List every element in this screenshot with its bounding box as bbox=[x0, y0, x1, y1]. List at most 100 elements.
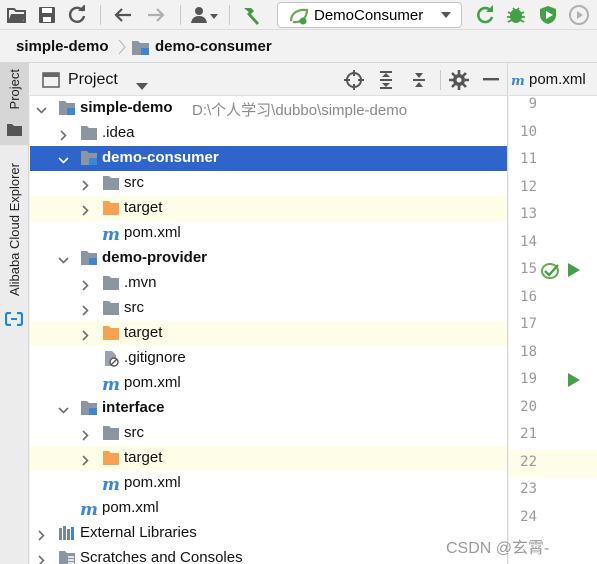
chevron-right-icon[interactable] bbox=[36, 553, 47, 564]
gutter-line: 13 bbox=[509, 202, 597, 230]
tree-row-label: src bbox=[124, 174, 144, 191]
chevron-right-icon[interactable] bbox=[80, 453, 91, 466]
coverage-icon[interactable] bbox=[537, 4, 559, 26]
tree-row[interactable]: target bbox=[30, 321, 507, 346]
tree-row-label: target bbox=[124, 449, 163, 466]
tree-row-label: src bbox=[124, 299, 144, 316]
gutter-line: 16 bbox=[509, 285, 597, 313]
project-tool-tab[interactable]: Project bbox=[0, 63, 29, 145]
panel-title[interactable]: Project bbox=[68, 71, 118, 89]
maven-icon: m bbox=[102, 375, 120, 395]
tree-row-label: target bbox=[124, 324, 163, 341]
breadcrumb-child[interactable]: demo-consumer bbox=[155, 38, 272, 55]
vcs-user-icon[interactable] bbox=[190, 4, 220, 26]
tree-row[interactable]: .gitignore bbox=[30, 346, 507, 371]
ignored-file-icon bbox=[102, 350, 120, 367]
excluded-folder-icon bbox=[102, 325, 120, 342]
tree-row-label: interface bbox=[102, 399, 165, 416]
chevron-down-icon[interactable] bbox=[58, 153, 69, 164]
collapse-all-icon[interactable] bbox=[408, 69, 430, 91]
chevron-right-icon[interactable] bbox=[80, 303, 91, 316]
gear-icon[interactable] bbox=[448, 69, 470, 91]
chevron-right-icon[interactable] bbox=[80, 428, 91, 441]
tree-row[interactable]: target bbox=[30, 446, 507, 471]
tree-row-path: D:\个人学习\dubbo\simple-demo bbox=[192, 102, 408, 119]
rerun-icon[interactable] bbox=[474, 4, 496, 26]
open-folder-icon[interactable] bbox=[6, 4, 28, 26]
line-number: 11 bbox=[520, 151, 537, 167]
tree-row-label: .gitignore bbox=[124, 349, 186, 366]
sync-icon[interactable] bbox=[66, 4, 88, 26]
tree-row[interactable]: demo-provider bbox=[30, 246, 507, 271]
tree-row[interactable]: Scratches and Consoles bbox=[30, 546, 507, 564]
chevron-right-icon[interactable] bbox=[80, 328, 91, 341]
back-arrow-icon[interactable] bbox=[112, 4, 134, 26]
chevron-right-icon[interactable] bbox=[80, 278, 91, 291]
project-tab-label: Project bbox=[7, 69, 22, 110]
tree-row[interactable]: src bbox=[30, 296, 507, 321]
expand-all-icon[interactable] bbox=[375, 69, 397, 91]
tree-row[interactable]: m pom.xml bbox=[30, 221, 507, 246]
profile-icon[interactable] bbox=[568, 4, 590, 26]
svg-text:m: m bbox=[80, 500, 98, 517]
save-icon[interactable] bbox=[36, 4, 58, 26]
run-gutter-icon[interactable] bbox=[567, 262, 581, 282]
svg-text:m: m bbox=[102, 475, 120, 492]
tree-row[interactable]: .mvn bbox=[30, 271, 507, 296]
chevron-down-icon[interactable] bbox=[136, 77, 148, 94]
tree-row-label: demo-consumer bbox=[102, 149, 219, 166]
chevron-down-icon[interactable] bbox=[58, 253, 69, 264]
chevron-right-icon[interactable] bbox=[36, 528, 47, 541]
chevron-down-icon[interactable] bbox=[36, 103, 47, 114]
svg-text:m: m bbox=[102, 375, 120, 392]
tree-row-label: Scratches and Consoles bbox=[80, 549, 243, 564]
alibaba-cloud-tool-tab[interactable]: Alibaba Cloud Explorer bbox=[0, 161, 29, 331]
breadcrumb-root[interactable]: simple-demo bbox=[16, 38, 109, 55]
forward-arrow-icon[interactable] bbox=[145, 4, 167, 26]
spring-boot-icon bbox=[288, 7, 310, 29]
debug-bug-icon[interactable] bbox=[505, 4, 527, 26]
tree-row-label: External Libraries bbox=[80, 524, 197, 541]
tree-row[interactable]: External Libraries bbox=[30, 521, 507, 546]
gutter-line: 9 bbox=[509, 92, 597, 120]
folder-icon bbox=[102, 275, 120, 292]
folder-icon bbox=[102, 300, 120, 317]
line-number: 17 bbox=[520, 316, 537, 332]
minimize-icon[interactable] bbox=[480, 69, 502, 91]
gutter-line: 20 bbox=[509, 395, 597, 423]
chevron-right-icon[interactable] bbox=[58, 128, 69, 141]
module-folder-icon bbox=[131, 39, 150, 60]
chevron-right-icon[interactable] bbox=[80, 178, 91, 191]
tree-row[interactable]: simple-demo D:\个人学习\dubbo\simple-demo bbox=[30, 96, 507, 121]
tree-row-label: pom.xml bbox=[124, 474, 181, 491]
maven-icon: m bbox=[102, 475, 120, 495]
bean-check-icon[interactable] bbox=[541, 262, 561, 284]
tree-row[interactable]: m pom.xml bbox=[30, 496, 507, 521]
watermark: CSDN @玄霄- bbox=[446, 540, 550, 557]
gutter-line: 14 bbox=[509, 230, 597, 258]
tree-row-label: pom.xml bbox=[124, 374, 181, 391]
tree-row[interactable]: m pom.xml bbox=[30, 371, 507, 396]
line-number: 12 bbox=[520, 178, 537, 195]
tree-row-label: .mvn bbox=[124, 274, 157, 291]
tree-row[interactable]: interface bbox=[30, 396, 507, 421]
module-folder-icon bbox=[58, 100, 76, 117]
libraries-icon bbox=[58, 525, 76, 542]
tree-row[interactable]: src bbox=[30, 421, 507, 446]
chevron-down-icon[interactable] bbox=[58, 403, 69, 414]
tree-row[interactable]: m pom.xml bbox=[30, 471, 507, 496]
panel-header: Project bbox=[30, 63, 507, 96]
run-configuration-selector[interactable]: DemoConsumer bbox=[277, 2, 462, 28]
chevron-right-icon[interactable] bbox=[80, 203, 91, 216]
tree-row-label: target bbox=[124, 199, 163, 216]
run-gutter-icon[interactable] bbox=[567, 372, 581, 392]
locate-target-icon[interactable] bbox=[343, 69, 365, 91]
line-number: 16 bbox=[520, 288, 537, 305]
line-number: 23 bbox=[520, 481, 537, 497]
tree-row[interactable]: target bbox=[30, 196, 507, 221]
tree-row[interactable]: demo-consumer bbox=[30, 146, 507, 171]
tree-row[interactable]: src bbox=[30, 171, 507, 196]
folder-icon bbox=[102, 175, 120, 192]
build-hammer-icon[interactable] bbox=[240, 4, 262, 26]
tree-row[interactable]: .idea bbox=[30, 121, 507, 146]
